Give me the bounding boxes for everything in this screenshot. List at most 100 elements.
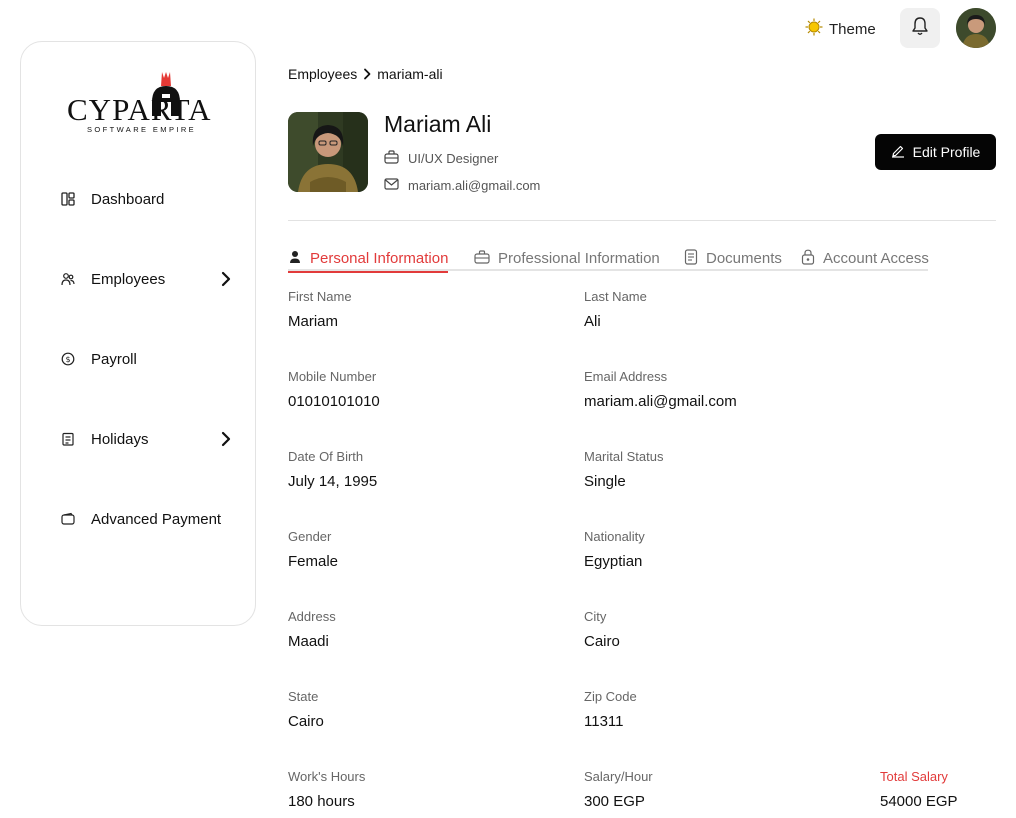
briefcase-icon bbox=[474, 249, 490, 268]
field-value: 01010101010 bbox=[288, 393, 380, 410]
profile-photo bbox=[288, 112, 368, 192]
field-gender: Gender Female bbox=[288, 529, 338, 570]
breadcrumb-current: mariam-ali bbox=[377, 66, 443, 82]
profile-role-text: UI/UX Designer bbox=[408, 151, 499, 166]
field-label: Mobile Number bbox=[288, 369, 377, 384]
notifications-button[interactable] bbox=[900, 8, 940, 48]
user-avatar[interactable] bbox=[956, 8, 996, 48]
document-icon bbox=[684, 248, 698, 269]
tab-professional-information[interactable]: Professional Information bbox=[474, 246, 660, 271]
field-value: Female bbox=[288, 553, 339, 570]
field-value: Egyptian bbox=[584, 553, 643, 570]
sidebar-item-label: Advanced Payment bbox=[91, 510, 222, 528]
divider bbox=[288, 220, 996, 221]
field-nationality: Nationality Egyptian bbox=[584, 529, 645, 570]
field-value: mariam.ali@gmail.com bbox=[584, 393, 737, 410]
wallet-icon bbox=[61, 512, 75, 526]
employees-icon bbox=[61, 272, 75, 286]
person-icon bbox=[288, 250, 302, 268]
tab-label: Documents bbox=[706, 250, 782, 267]
profile-email-text: mariam.ali@gmail.com bbox=[408, 178, 541, 193]
field-label: Salary/Hour bbox=[584, 769, 653, 784]
sidebar-item-label: Employees bbox=[91, 270, 166, 288]
field-date-of-birth: Date Of Birth July 14, 1995 bbox=[288, 449, 377, 490]
sidebar-item-dashboard[interactable]: Dashboard bbox=[61, 186, 241, 212]
sidebar-item-advanced-payment[interactable]: Advanced Payment bbox=[61, 506, 241, 532]
company-logo[interactable]: CYPARTA SOFTWARE EMPIRE bbox=[67, 72, 217, 134]
field-salary-hour: Salary/Hour 300 EGP bbox=[584, 769, 653, 810]
sidebar-item-payroll[interactable]: $ Payroll bbox=[61, 346, 241, 372]
chevron-right-icon[interactable] bbox=[221, 271, 231, 292]
dashboard-icon bbox=[61, 192, 75, 206]
field-label: Work's Hours bbox=[288, 769, 366, 784]
calendar-icon bbox=[61, 432, 75, 446]
logo-tagline: SOFTWARE EMPIRE bbox=[87, 125, 197, 134]
tab-label: Professional Information bbox=[498, 250, 660, 267]
sidebar: CYPARTA SOFTWARE EMPIRE Dashboard Employ… bbox=[20, 41, 256, 626]
field-value: 11311 bbox=[584, 713, 624, 730]
field-label: Total Salary bbox=[880, 769, 948, 784]
field-label: Zip Code bbox=[584, 689, 637, 704]
field-email-address: Email Address mariam.ali@gmail.com bbox=[584, 369, 737, 410]
tab-label: Personal Information bbox=[310, 250, 449, 267]
field-label: Marital Status bbox=[584, 449, 664, 464]
tab-personal-information[interactable]: Personal Information bbox=[288, 246, 449, 273]
profile-role: UI/UX Designer bbox=[384, 150, 498, 167]
tab-label: Account Access bbox=[823, 250, 929, 267]
dollar-icon: $ bbox=[61, 352, 75, 366]
field-total-salary: Total Salary 54000 EGP bbox=[880, 769, 958, 810]
field-address: Address Maadi bbox=[288, 609, 336, 650]
field-city: City Cairo bbox=[584, 609, 620, 650]
field-works-hours: Work's Hours 180 hours bbox=[288, 769, 365, 810]
bell-icon bbox=[911, 16, 929, 41]
sun-icon bbox=[805, 18, 823, 41]
mail-icon bbox=[384, 178, 399, 193]
field-label: Email Address bbox=[584, 369, 668, 384]
edit-profile-button[interactable]: Edit Profile bbox=[875, 134, 996, 170]
field-label: State bbox=[288, 689, 319, 704]
field-value: Single bbox=[584, 473, 626, 490]
field-value: 54000 EGP bbox=[880, 793, 958, 810]
field-label: First Name bbox=[288, 289, 352, 304]
edit-profile-label: Edit Profile bbox=[912, 144, 981, 160]
field-marital-status: Marital Status Single bbox=[584, 449, 663, 490]
svg-text:$: $ bbox=[65, 355, 70, 364]
field-label: Date Of Birth bbox=[288, 449, 364, 464]
field-last-name: Last Name Ali bbox=[584, 289, 647, 330]
field-value: Mariam bbox=[288, 313, 339, 330]
field-value: 180 hours bbox=[288, 793, 355, 810]
sidebar-item-holidays[interactable]: Holidays bbox=[61, 426, 241, 452]
field-value: Cairo bbox=[584, 633, 620, 650]
field-label: Gender bbox=[288, 529, 332, 544]
field-state: State Cairo bbox=[288, 689, 324, 730]
tab-documents[interactable]: Documents bbox=[684, 246, 782, 271]
tab-account-access[interactable]: Account Access bbox=[801, 246, 929, 271]
profile-name: Mariam Ali bbox=[384, 111, 492, 137]
breadcrumb-employees-link[interactable]: Employees bbox=[288, 66, 357, 82]
profile-tabs: Personal Information Professional Inform… bbox=[288, 246, 929, 273]
field-label: Nationality bbox=[584, 529, 645, 544]
field-zip-code: Zip Code 11311 bbox=[584, 689, 637, 730]
pencil-icon bbox=[891, 144, 905, 161]
sidebar-item-label: Payroll bbox=[91, 350, 137, 368]
sidebar-item-label: Dashboard bbox=[91, 190, 165, 208]
field-value: Ali bbox=[584, 313, 601, 330]
theme-toggle[interactable]: Theme bbox=[805, 18, 876, 40]
field-label: City bbox=[584, 609, 607, 624]
lock-icon bbox=[801, 249, 815, 269]
logo-wordmark: CYPARTA bbox=[67, 92, 212, 127]
field-label: Last Name bbox=[584, 289, 647, 304]
briefcase-icon bbox=[384, 150, 399, 167]
chevron-right-icon[interactable] bbox=[221, 431, 231, 452]
theme-label: Theme bbox=[829, 20, 876, 38]
breadcrumb: Employees mariam-ali bbox=[288, 66, 443, 82]
field-value: July 14, 1995 bbox=[288, 473, 378, 490]
field-value: 300 EGP bbox=[584, 793, 645, 810]
sidebar-item-employees[interactable]: Employees bbox=[61, 266, 241, 292]
chevron-right-icon bbox=[363, 68, 371, 80]
field-first-name: First Name Mariam bbox=[288, 289, 352, 330]
profile-email: mariam.ali@gmail.com bbox=[384, 178, 540, 193]
sidebar-item-label: Holidays bbox=[91, 430, 149, 448]
field-value: Maadi bbox=[288, 633, 329, 650]
field-label: Address bbox=[288, 609, 336, 624]
